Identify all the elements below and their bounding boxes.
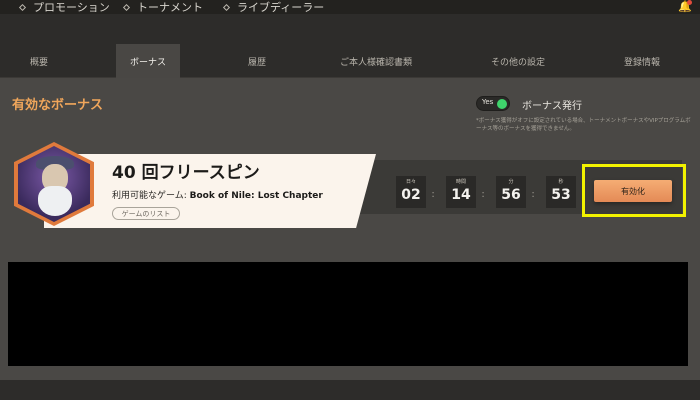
bonus-note: *ボーナス獲得がオフに設定されている場合、トーナメントボーナスやVIPプログラム… [476,118,691,132]
toggle-state-label: Yes [482,98,494,106]
timer-hours-label: 時間 [455,179,466,185]
nav-item-live-dealer[interactable]: ライブディーラー [222,0,325,14]
nav-item-label: ライブディーラー [237,1,325,14]
tab-history[interactable]: 履歴 [222,44,292,78]
top-navigation: プロモーション トーナメント ライブディーラー 🔔 [0,0,700,14]
tab-bonus[interactable]: ボーナス [116,44,180,78]
timer-days-value: 02 [401,187,421,203]
tab-identity-documents[interactable]: ご本人様確認書類 [326,44,426,78]
active-bonus-title: 有効なボーナス [12,98,104,113]
redacted-area [8,262,688,366]
activate-button[interactable]: 有効化 [594,180,672,202]
timer-separator: : [481,189,485,200]
timer-hours-value: 14 [451,187,471,203]
timer-separator: : [431,189,435,200]
avatar-inner [18,146,90,222]
bonus-title: 40 回フリースピン [112,163,260,183]
timer-hours: 時間 14 [446,176,476,208]
available-games-value: Book of Nile: Lost Chapter [189,191,323,201]
toggle-knob [497,99,507,109]
nav-item-promotions[interactable]: プロモーション [18,0,110,14]
timer-separator: : [531,189,535,200]
tab-overview[interactable]: 概要 [0,44,78,78]
timer-days: 日々 02 [396,176,426,208]
timer-seconds: 秒 53 [546,176,576,208]
available-games: 利用可能なゲーム: Book of Nile: Lost Chapter [112,188,323,201]
diamond-icon [122,3,131,11]
nav-item-label: プロモーション [33,1,110,14]
timer-minutes: 分 56 [496,176,526,208]
timer-seconds-label: 秒 [558,179,564,185]
timer-minutes-value: 56 [501,187,521,203]
nav-item-label: トーナメント [137,1,203,14]
bonus-issue-label: ボーナス発行 [522,101,582,112]
avatar-beard [38,186,72,216]
account-tab-bar: 概要 ボーナス 履歴 ご本人様確認書類 その他の設定 登録情報 [0,44,700,78]
available-games-prefix: 利用可能なゲーム: [112,191,190,201]
footer-strip [0,380,700,400]
bell-icon[interactable]: 🔔 [678,0,692,13]
timer-seconds-value: 53 [551,187,571,203]
timer-days-label: 日々 [405,179,416,185]
game-list-button[interactable]: ゲームのリスト [112,207,180,220]
diamond-icon [18,3,27,11]
diamond-icon [222,3,231,11]
timer-minutes-label: 分 [508,179,514,185]
tab-registration-info[interactable]: 登録情報 [600,44,684,78]
tab-other-settings[interactable]: その他の設定 [470,44,566,78]
bonus-issue-toggle[interactable]: Yes [476,96,510,111]
nav-item-tournaments[interactable]: トーナメント [122,0,203,14]
notification-dot [687,0,692,5]
